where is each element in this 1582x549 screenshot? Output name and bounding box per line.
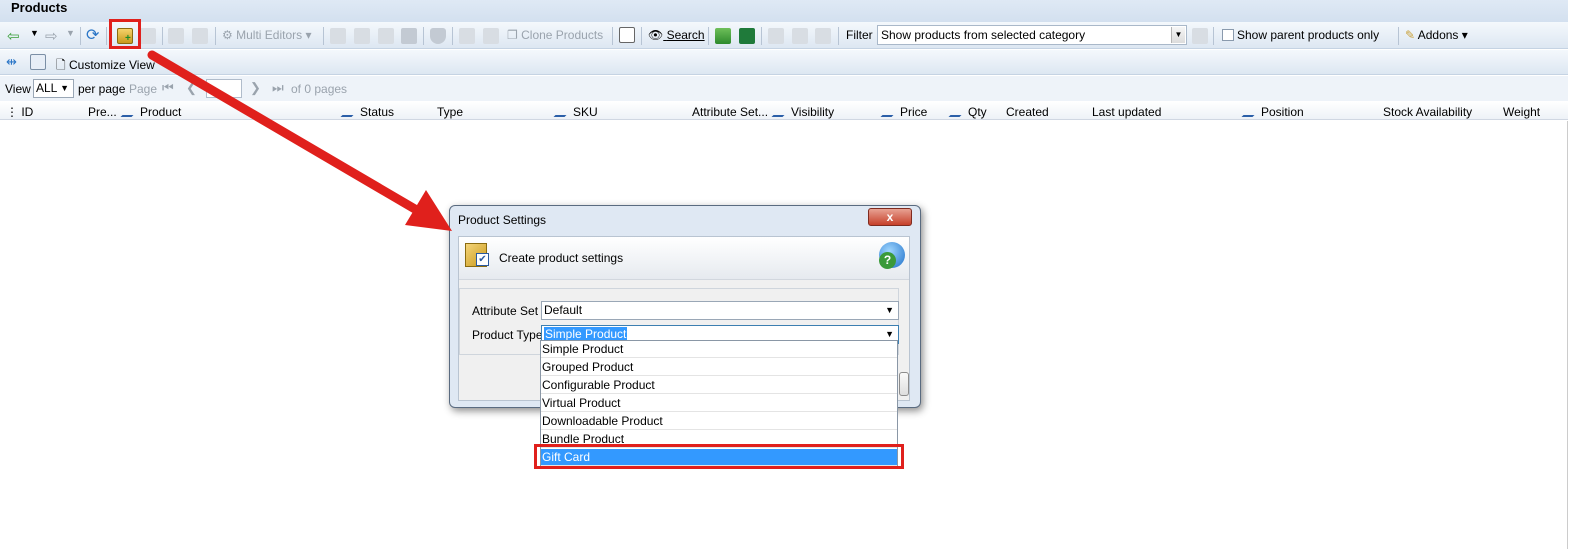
column-header-weight[interactable]: Weight (1503, 105, 1540, 119)
column-header-stock-availability[interactable]: Stock Availability (1383, 105, 1472, 119)
tool-icon-f[interactable] (483, 28, 499, 44)
column-header-id[interactable]: ⋮ ID (6, 105, 33, 119)
tool-icon-d[interactable] (401, 28, 417, 44)
view-label: View (5, 82, 31, 96)
close-button[interactable]: x (868, 208, 912, 226)
refresh-icon[interactable]: ⟳ (86, 25, 99, 45)
help-question-icon: ? (879, 252, 896, 269)
paste-icon[interactable] (192, 28, 208, 44)
column-header-sku[interactable]: SKU (553, 105, 598, 119)
dialog-header-text: Create product settings (499, 251, 624, 265)
dialog-title: Product Settings (458, 213, 547, 227)
option-grouped-product[interactable]: Grouped Product (541, 359, 897, 376)
chevron-down-icon[interactable]: ▼ (1171, 27, 1185, 43)
expand-icon[interactable] (792, 28, 808, 44)
copy-icon[interactable] (168, 28, 184, 44)
column-chooser-icon: ⋮ (6, 105, 18, 119)
chevron-down-icon: ▼ (885, 305, 894, 315)
per-page-select[interactable]: ALL ▼ (33, 79, 74, 98)
option-simple-product[interactable]: Simple Product (541, 341, 897, 358)
back-arrow-icon[interactable]: ⇦ (7, 27, 20, 45)
view-mode-icon[interactable] (30, 54, 46, 70)
multi-editors-icon: ⚙ (222, 28, 233, 42)
tool-icon-c[interactable] (378, 28, 394, 44)
edit-product-icon[interactable] (140, 28, 156, 44)
column-header-preview[interactable]: Pre... (88, 105, 117, 119)
annotation-highlight-gift-card (534, 444, 904, 469)
tool-icon-g[interactable] (768, 28, 784, 44)
filter-label: Filter (846, 28, 873, 42)
check-icon: ✔ (476, 253, 489, 266)
addons-icon: ✎ (1405, 28, 1416, 42)
tool-icon-a[interactable] (330, 28, 346, 44)
fit-columns-icon[interactable]: ⇹ (6, 54, 17, 70)
checkbox-box (1222, 29, 1234, 41)
page-count-label: of 0 pages (291, 82, 348, 96)
addons-menu[interactable]: ✎ Addons ▾ (1405, 28, 1468, 42)
search-button[interactable]: 👁 Search (648, 28, 705, 42)
attribute-set-label: Attribute Set (472, 304, 539, 318)
forward-dropdown-icon[interactable]: ▼ (66, 28, 75, 38)
filter-settings-icon[interactable] (1192, 28, 1208, 44)
column-header-created[interactable]: Created (1006, 105, 1049, 119)
customize-view-button[interactable]: 🗋 Customize View (56, 56, 155, 77)
column-header-type[interactable]: Type (437, 105, 463, 119)
column-header-qty[interactable]: Qty (948, 105, 987, 119)
document-icon: 🗋 (56, 58, 66, 72)
option-virtual-product[interactable]: Virtual Product (541, 395, 897, 412)
ok-button[interactable] (899, 372, 909, 396)
first-page-icon[interactable]: ⏮ (162, 80, 174, 96)
column-header-attribute-set[interactable]: Attribute Set... (692, 105, 768, 119)
close-icon: x (886, 210, 894, 224)
tool-icon-e[interactable] (459, 28, 475, 44)
column-header-last-updated[interactable]: Last updated (1092, 105, 1161, 119)
excel-import-icon[interactable] (715, 28, 731, 44)
clone-products-button[interactable]: ❐ Clone Products (507, 28, 603, 42)
main-toolbar: ⇦ ▼ ⇨ ▼ ⟳ + ⚙ Multi Editors ▾ ❐ Clone Pr… (0, 22, 1568, 49)
annotation-highlight-add-product (109, 19, 141, 49)
multi-editors-button[interactable]: ⚙ Multi Editors ▾ (222, 28, 312, 42)
product-type-label: Product Type (472, 328, 543, 342)
option-configurable-product[interactable]: Configurable Product (541, 377, 897, 394)
column-header-product[interactable]: Product (120, 105, 181, 119)
window-title: Products (11, 0, 68, 15)
per-page-label: per page (78, 82, 126, 96)
column-header-visibility[interactable]: Visibility (771, 105, 834, 119)
search-icon: 👁 (648, 28, 664, 42)
filter-select[interactable]: Show products from selected category ▼ (877, 25, 1187, 45)
excel-export-icon[interactable] (739, 28, 755, 44)
show-parent-checkbox[interactable]: Show parent products only (1222, 28, 1379, 42)
page-label: Page (129, 82, 158, 96)
next-page-icon[interactable]: ❯ (250, 80, 261, 96)
clone-icon: ❐ (507, 28, 518, 42)
tool-icon-b[interactable] (354, 28, 370, 44)
option-downloadable-product[interactable]: Downloadable Product (541, 413, 897, 430)
export-doc-icon[interactable] (619, 27, 635, 43)
pager-bar: View ALL ▼ per page Page ⏮ ❮ ❯ ⏭ of 0 pa… (0, 76, 1568, 101)
chevron-down-icon: ▼ (60, 83, 69, 93)
shield-icon[interactable] (430, 28, 446, 44)
forward-arrow-icon[interactable]: ⇨ (45, 27, 58, 45)
grid-column-header: ⋮ ID Pre... Product Status Type SKU Attr… (0, 102, 1568, 120)
page-number-input[interactable] (206, 79, 242, 98)
column-header-position[interactable]: Position (1241, 105, 1304, 119)
column-header-price[interactable]: Price (880, 105, 927, 119)
view-toolbar: ⇹ 🗋 Customize View (0, 50, 1568, 75)
column-header-status[interactable]: Status (340, 105, 394, 119)
collapse-icon[interactable] (815, 28, 831, 44)
back-dropdown-icon[interactable]: ▼ (30, 28, 39, 38)
prev-page-icon[interactable]: ❮ (186, 80, 197, 96)
dialog-header: ✔ Create product settings ? (459, 237, 909, 280)
attribute-set-select[interactable]: Default ▼ (541, 301, 899, 320)
window-title-bar: Products (0, 0, 1568, 22)
last-page-icon[interactable]: ⏭ (272, 80, 284, 96)
